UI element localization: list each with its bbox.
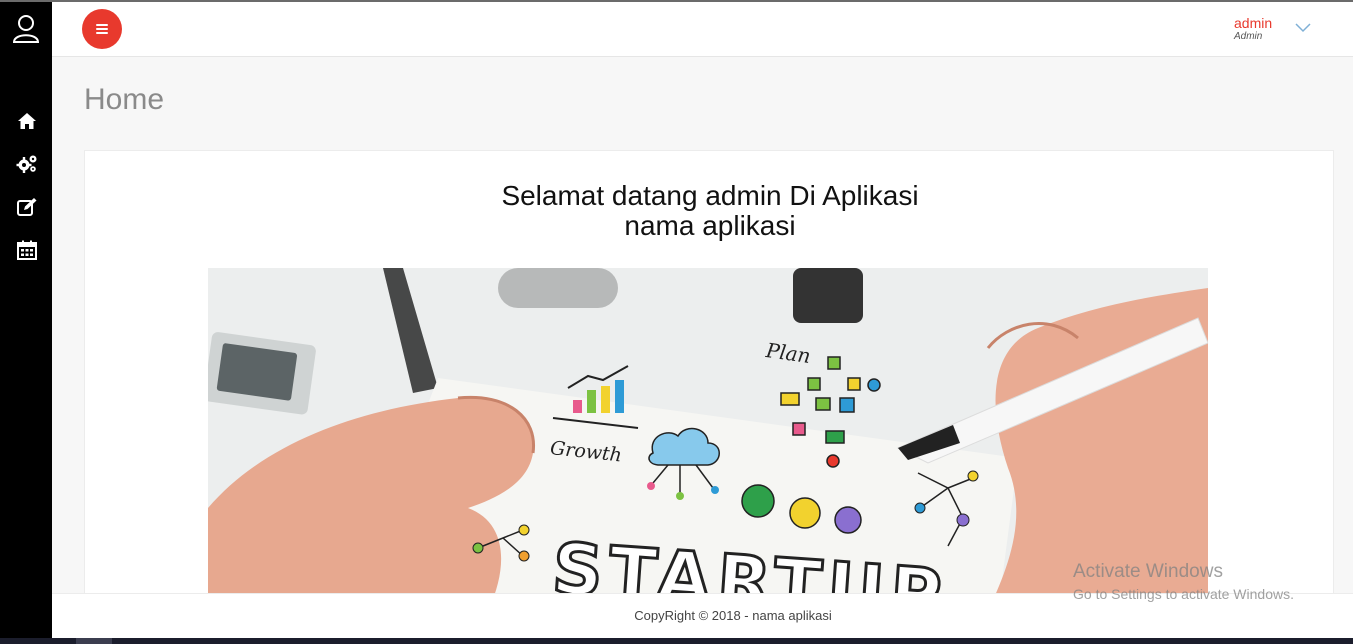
sidebar-item-calendar[interactable] bbox=[16, 240, 38, 260]
welcome-card: Selamat datang admin Di Aplikasi nama ap… bbox=[84, 150, 1334, 610]
menu-toggle-button[interactable] bbox=[82, 9, 122, 49]
startup-banner-image: Plan Growth STARTUP bbox=[208, 268, 1208, 609]
user-role: Admin bbox=[1234, 31, 1263, 42]
home-icon bbox=[16, 113, 38, 135]
sidebar-item-home[interactable] bbox=[16, 111, 38, 131]
watermark-line-2: Go to Settings to activate Windows. bbox=[1073, 586, 1294, 602]
edit-icon bbox=[16, 198, 38, 221]
gears-icon bbox=[16, 155, 38, 178]
hamburger-icon bbox=[96, 24, 108, 26]
sidebar bbox=[0, 2, 52, 644]
user-profile-icon[interactable] bbox=[12, 14, 40, 44]
welcome-line-2: nama aplikasi bbox=[624, 210, 796, 241]
welcome-message: Selamat datang admin Di Aplikasi nama ap… bbox=[85, 180, 1333, 241]
user-name[interactable]: admin bbox=[1234, 15, 1272, 31]
taskbar-strip bbox=[0, 638, 1353, 644]
sidebar-item-edit[interactable] bbox=[16, 197, 38, 217]
windows-activation-watermark: Activate Windows Go to Settings to activ… bbox=[1073, 561, 1294, 602]
chevron-down-icon[interactable] bbox=[1295, 20, 1311, 33]
watermark-line-1: Activate Windows bbox=[1073, 561, 1223, 582]
calendar-icon bbox=[16, 240, 38, 264]
welcome-line-1: Selamat datang admin Di Aplikasi bbox=[501, 180, 919, 211]
footer-copyright: CopyRight © 2018 - nama aplikasi bbox=[634, 608, 832, 623]
page-title: Home bbox=[84, 83, 165, 116]
top-header: admin Admin bbox=[52, 2, 1353, 57]
sidebar-item-settings[interactable] bbox=[16, 154, 38, 174]
app-window: admin Admin Home Selamat datang admin Di… bbox=[0, 0, 1353, 644]
